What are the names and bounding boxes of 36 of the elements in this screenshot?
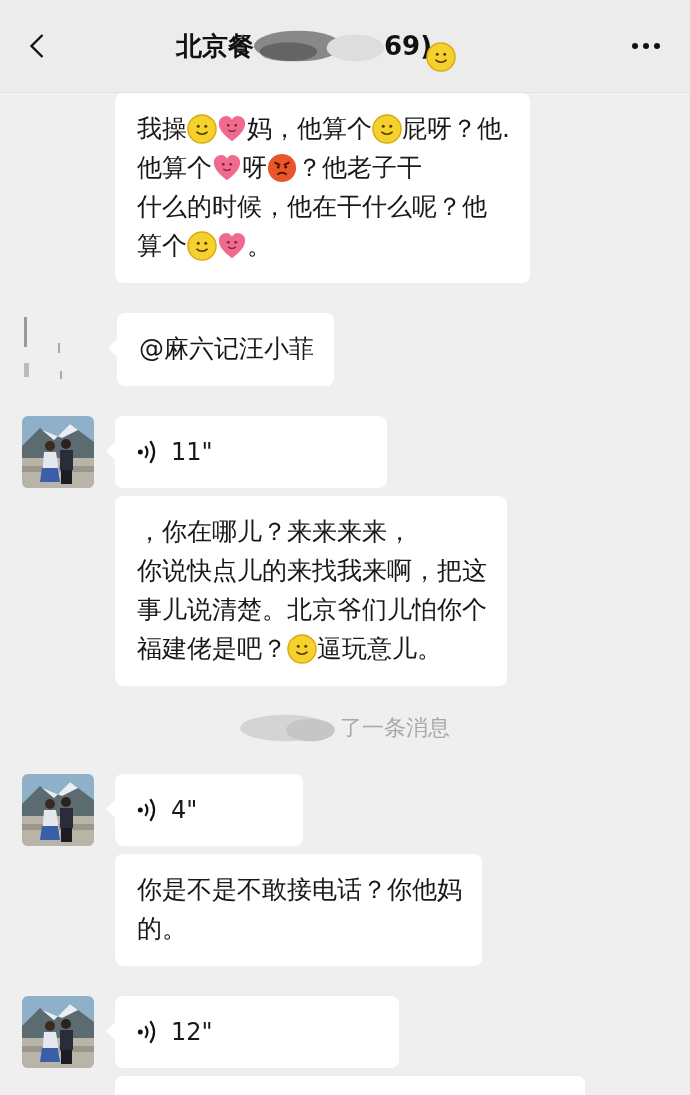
message-text: ？他老子干 [297,152,422,184]
smiley-sticker-icon [187,230,217,261]
system-notice: 了一条消息 [340,714,450,742]
message-text: 你是不是不敢接电话？你他妈 [137,874,462,906]
message-text: ，你在哪儿？来来来来， [137,516,412,548]
sound-wave-icon [137,438,157,466]
sound-wave-icon [137,1018,157,1046]
chat-title: 北京餐 [176,29,254,63]
smiley-sticker-icon [372,113,402,144]
heart-sticker-icon [212,152,242,183]
message-text: @麻六记汪小菲 [139,333,314,365]
message-text: 的。 [137,913,187,945]
voice-duration: 11" [171,438,213,466]
message-text: 他算个 [137,152,212,184]
message-text: 事儿说清楚。北京爷们儿怕你个 [137,594,487,626]
chat-title-end: 69) [384,31,433,61]
voice-duration: 12" [171,1018,213,1046]
heart-sticker-icon [217,113,247,144]
message-text: 福建佬是吧？ [137,633,287,665]
message-text: 你说快点儿的来找我来啊，把这 [137,555,487,587]
voice-duration: 4" [171,796,198,824]
smiley-sticker-icon [287,633,317,664]
angry-face-sticker-icon [267,152,297,183]
message-text: 算个 [137,230,187,262]
message-text: 逼玩意儿。 [317,633,442,665]
message-text: 什么的时候，他在干什么呢？他 [137,191,487,223]
more-icon[interactable] [630,40,662,52]
message-text: 我操 [137,113,187,145]
message-text: 妈，他算个 [247,113,372,145]
sound-wave-icon [137,796,157,824]
message-text: 呀 [242,152,267,184]
smiley-sticker-icon [187,113,217,144]
message-text: 。 [247,230,272,262]
heart-sticker-icon [217,230,247,261]
blurred-avatar [24,317,62,379]
message-text: 屁呀？他. [402,113,510,145]
